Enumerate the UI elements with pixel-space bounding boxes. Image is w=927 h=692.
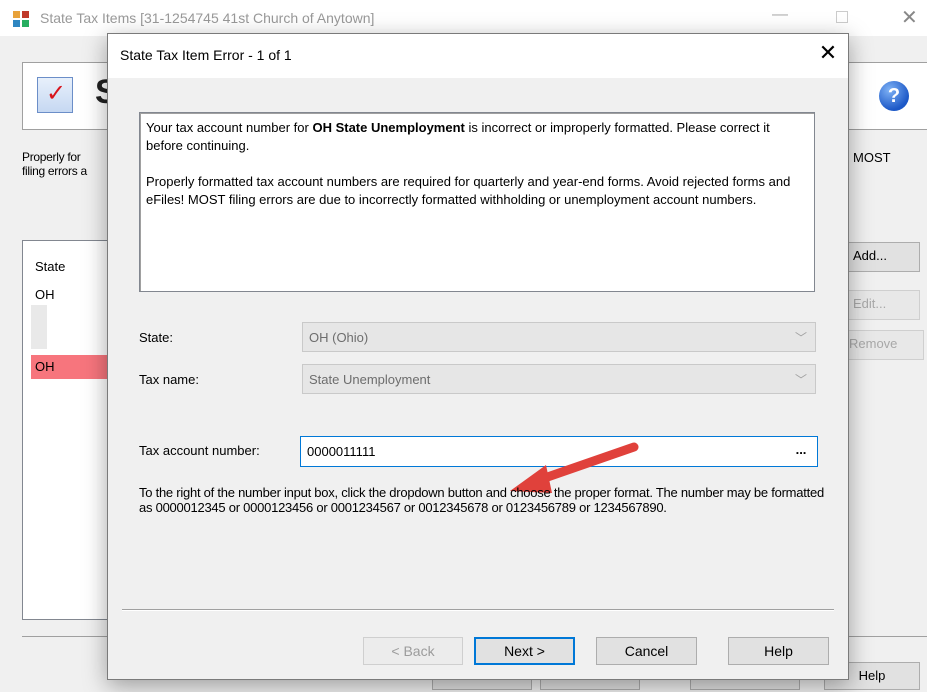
help-icon[interactable]: ? xyxy=(879,81,909,111)
parent-titlebar: State Tax Items [31-1254745 41st Church … xyxy=(0,0,927,36)
cancel-button[interactable]: Cancel xyxy=(596,637,697,665)
format-picker-button[interactable]: ... xyxy=(787,438,815,465)
dialog-close-icon[interactable]: ✕ xyxy=(813,40,843,66)
list-header-state: State xyxy=(35,259,66,274)
back-button[interactable]: < Back xyxy=(363,637,463,665)
error-message-prefix: Your tax account number for xyxy=(146,120,313,135)
parent-description-line: Properly for xyxy=(22,150,81,164)
chevron-down-icon: ﹀ xyxy=(794,331,807,345)
maximize-icon[interactable] xyxy=(836,11,848,23)
parent-description-line: filing errors a xyxy=(22,164,87,178)
state-select-value: OH (Ohio) xyxy=(309,330,369,345)
error-message-tax-name: OH State Unemployment xyxy=(312,120,465,135)
add-button[interactable]: Add... xyxy=(848,242,920,272)
state-select[interactable]: OH (Ohio) ﹀ xyxy=(302,322,816,352)
chevron-down-icon: ﹀ xyxy=(794,373,807,387)
parent-description-right: MOST xyxy=(853,150,891,165)
error-message-detail: Properly formatted tax account numbers a… xyxy=(146,174,791,207)
tax-name-select-value: State Unemployment xyxy=(309,372,431,387)
dialog-title: State Tax Item Error - 1 of 1 xyxy=(120,47,292,63)
help-button[interactable]: Help xyxy=(728,637,829,665)
dialog-separator xyxy=(122,609,834,610)
remove-button[interactable]: Remove xyxy=(848,330,924,360)
dialog-titlebar: State Tax Item Error - 1 of 1 ✕ xyxy=(108,34,848,78)
format-help-text: To the right of the number input box, cl… xyxy=(139,485,824,515)
edit-button[interactable]: Edit... xyxy=(848,290,920,320)
next-button[interactable]: Next > xyxy=(474,637,575,665)
error-message-box: Your tax account number for OH State Une… xyxy=(139,112,815,292)
error-dialog: State Tax Item Error - 1 of 1 ✕ Your tax… xyxy=(107,33,849,680)
parent-window-title: State Tax Items [31-1254745 41st Church … xyxy=(40,10,375,26)
tax-name-select[interactable]: State Unemployment ﹀ xyxy=(302,364,816,394)
state-label: State: xyxy=(139,330,173,345)
error-message-line: Your tax account number for OH State Une… xyxy=(146,119,808,155)
tax-name-label: Tax name: xyxy=(139,372,199,387)
close-icon[interactable]: ✕ xyxy=(901,5,918,30)
app-icon xyxy=(13,11,29,27)
checklist-icon: ✓ xyxy=(37,77,73,113)
tax-account-label: Tax account number: xyxy=(139,443,260,458)
list-item-placeholder xyxy=(31,305,47,349)
list-item[interactable]: OH xyxy=(35,287,55,302)
list-item-error[interactable]: OH xyxy=(31,355,119,379)
minimize-icon[interactable]: — xyxy=(772,6,788,24)
parent-description: Properly for filing errors a xyxy=(22,150,87,178)
state-items-list[interactable]: State OH OH xyxy=(22,240,120,620)
